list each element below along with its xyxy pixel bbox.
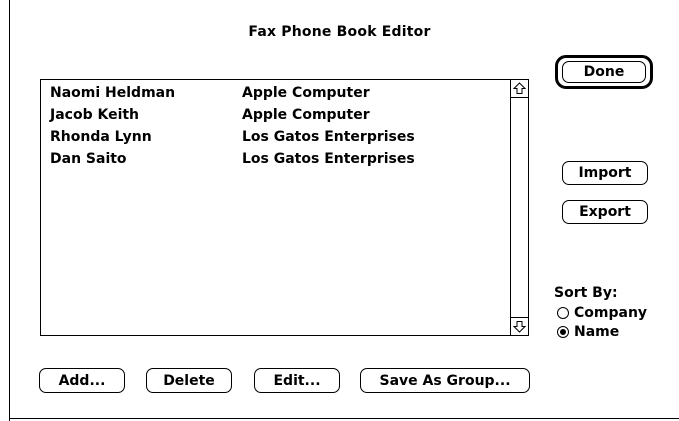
export-button[interactable]: Export — [562, 200, 648, 224]
phone-book-list[interactable]: Naomi Heldman Apple Computer Jacob Keith… — [40, 79, 529, 336]
radio-button[interactable] — [557, 307, 569, 319]
window-frame-left — [9, 0, 10, 421]
entry-company: Apple Computer — [242, 107, 370, 123]
sort-by-label: Sort By: — [554, 285, 618, 301]
entry-company: Los Gatos Enterprises — [242, 129, 415, 145]
window-frame-bottom — [9, 418, 679, 419]
radio-button-selected[interactable] — [557, 326, 569, 338]
radio-label: Company — [574, 305, 648, 321]
entry-name: Rhonda Lynn — [50, 129, 152, 145]
sort-name-option[interactable]: Name — [557, 323, 619, 341]
sort-company-option[interactable]: Company — [557, 304, 647, 322]
list-item[interactable]: Naomi Heldman Apple Computer — [50, 82, 510, 104]
default-button-ring: Done — [555, 55, 653, 89]
list-rows: Naomi Heldman Apple Computer Jacob Keith… — [50, 82, 510, 170]
delete-button[interactable]: Delete — [146, 368, 232, 393]
dialog-title: Fax Phone Book Editor — [248, 24, 431, 40]
entry-company: Los Gatos Enterprises — [242, 151, 415, 167]
entry-company: Apple Computer — [242, 85, 370, 101]
vertical-scrollbar[interactable] — [510, 80, 528, 335]
up-arrow-icon — [513, 82, 526, 94]
entry-name: Jacob Keith — [50, 107, 140, 123]
save-as-group-button[interactable]: Save As Group... — [360, 368, 530, 393]
scroll-up-button[interactable] — [511, 80, 528, 98]
add-button[interactable]: Add... — [39, 368, 125, 393]
list-item[interactable]: Rhonda Lynn Los Gatos Enterprises — [50, 126, 510, 148]
import-button[interactable]: Import — [562, 161, 648, 185]
list-item[interactable]: Dan Saito Los Gatos Enterprises — [50, 148, 510, 170]
radio-label: Name — [574, 324, 620, 340]
entry-name: Dan Saito — [50, 151, 127, 167]
edit-button[interactable]: Edit... — [254, 368, 340, 393]
list-item[interactable]: Jacob Keith Apple Computer — [50, 104, 510, 126]
entry-name: Naomi Heldman — [50, 85, 176, 101]
down-arrow-icon — [513, 321, 526, 333]
scroll-down-button[interactable] — [511, 317, 528, 335]
done-button[interactable]: Done — [562, 61, 646, 83]
